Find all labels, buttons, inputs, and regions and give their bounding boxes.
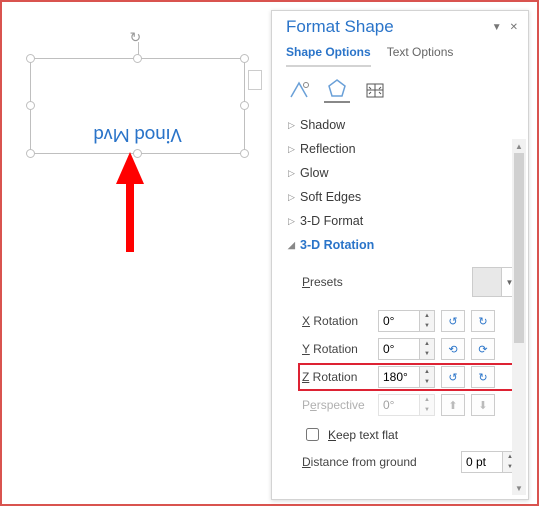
presets-label: PPresetsresets <box>302 275 343 289</box>
layout-options-button[interactable] <box>248 70 262 90</box>
keep-text-flat-row[interactable]: Keep text flat <box>302 419 522 448</box>
section-soft-edges[interactable]: ▷Soft Edges <box>282 185 528 209</box>
caret-right-icon: ▷ <box>288 216 300 227</box>
panel-menu-icon[interactable]: ▼ <box>492 22 502 33</box>
scroll-up-icon[interactable]: ▲ <box>512 139 526 153</box>
rotate-z-cw-button[interactable]: ↻ <box>471 366 495 388</box>
tab-shape-options[interactable]: Shape Options <box>286 45 371 67</box>
spin-down-icon: ▼ <box>420 405 434 415</box>
effects-icon[interactable] <box>324 77 350 103</box>
section-3d-rotation[interactable]: ◢3-D Rotation <box>282 233 528 257</box>
z-rotation-label: Z Rotation <box>302 370 372 384</box>
perspective-down-button: ⬇ <box>471 394 495 416</box>
resize-handle[interactable] <box>133 54 142 63</box>
spin-up-icon[interactable]: ▲ <box>420 339 434 349</box>
y-rotation-input[interactable] <box>379 339 419 359</box>
shape-text[interactable]: Vinod Mvd <box>31 123 244 147</box>
rotate-y-down-button[interactable]: ⟳ <box>471 338 495 360</box>
distance-input[interactable] <box>462 452 502 472</box>
rotate-x-right-button[interactable]: ↻ <box>471 310 495 332</box>
rotation-handle-icon[interactable]: ↻ <box>130 29 142 46</box>
resize-handle[interactable] <box>240 101 249 110</box>
spin-down-icon[interactable]: ▼ <box>420 321 434 331</box>
fill-line-icon[interactable] <box>286 77 312 103</box>
document-canvas: ↻ Vinod Mvd <box>10 10 272 500</box>
caret-right-icon: ▷ <box>288 144 300 155</box>
scrollbar[interactable]: ▲ ▼ <box>512 139 526 495</box>
z-rotation-input[interactable] <box>379 367 419 387</box>
y-rotation-spinner[interactable]: ▲▼ <box>378 338 435 360</box>
panel-header: Format Shape ▼ ✕ <box>272 11 528 37</box>
category-icons <box>272 67 528 111</box>
annotation-arrow-icon <box>110 152 150 262</box>
x-rotation-input[interactable] <box>379 311 419 331</box>
distance-label: Distance from ground <box>302 455 417 469</box>
y-rotation-label: Y Rotation <box>302 342 372 356</box>
resize-handle[interactable] <box>240 54 249 63</box>
resize-handle[interactable] <box>26 101 35 110</box>
rotate-z-ccw-button[interactable]: ↺ <box>441 366 465 388</box>
section-glow[interactable]: ▷Glow <box>282 161 528 185</box>
perspective-up-button: ⬆ <box>441 394 465 416</box>
rotate-y-up-button[interactable]: ⟲ <box>441 338 465 360</box>
spin-up-icon[interactable]: ▲ <box>420 367 434 377</box>
tab-text-options[interactable]: Text Options <box>387 45 454 67</box>
x-rotation-label: X Rotation <box>302 314 372 328</box>
perspective-input <box>379 395 419 415</box>
spin-down-icon[interactable]: ▼ <box>420 377 434 387</box>
resize-handle[interactable] <box>26 54 35 63</box>
caret-right-icon: ▷ <box>288 120 300 131</box>
keep-text-flat-label: Keep text flat <box>328 428 398 442</box>
spin-up-icon: ▲ <box>420 395 434 405</box>
section-reflection[interactable]: ▷Reflection <box>282 137 528 161</box>
z-rotation-highlight: Z Rotation ▲▼ ↺ ↻ <box>300 365 524 389</box>
section-shadow[interactable]: ▷Shadow <box>282 113 528 137</box>
rotation-subpanel: PPresetsresets ▼ X Rotation ▲▼ ↺ ↻ Y Rot… <box>282 257 528 477</box>
scroll-down-icon[interactable]: ▼ <box>512 481 526 495</box>
keep-text-flat-checkbox[interactable] <box>306 428 319 441</box>
resize-handle[interactable] <box>26 149 35 158</box>
section-3d-format[interactable]: ▷3-D Format <box>282 209 528 233</box>
rotate-x-left-button[interactable]: ↺ <box>441 310 465 332</box>
spin-up-icon[interactable]: ▲ <box>420 311 434 321</box>
caret-down-icon: ◢ <box>288 240 300 251</box>
perspective-label: Perspective <box>302 398 372 412</box>
perspective-spinner: ▲▼ <box>378 394 435 416</box>
preset-swatch-icon <box>473 268 501 296</box>
caret-right-icon: ▷ <box>288 168 300 179</box>
panel-title: Format Shape <box>286 17 394 37</box>
format-shape-panel: Format Shape ▼ ✕ Shape Options Text Opti… <box>271 10 529 500</box>
tab-row: Shape Options Text Options <box>272 37 528 67</box>
x-rotation-spinner[interactable]: ▲▼ <box>378 310 435 332</box>
resize-handle[interactable] <box>240 149 249 158</box>
scroll-thumb[interactable] <box>514 153 524 343</box>
spin-down-icon[interactable]: ▼ <box>420 349 434 359</box>
size-properties-icon[interactable] <box>362 77 388 103</box>
close-icon[interactable]: ✕ <box>510 22 518 33</box>
section-list: ▷Shadow ▷Reflection ▷Glow ▷Soft Edges ▷3… <box>272 111 528 477</box>
textbox-shape[interactable]: ↻ Vinod Mvd <box>30 58 245 154</box>
distance-spinner[interactable]: ▲▼ <box>461 451 518 473</box>
caret-right-icon: ▷ <box>288 192 300 203</box>
z-rotation-spinner[interactable]: ▲▼ <box>378 366 435 388</box>
